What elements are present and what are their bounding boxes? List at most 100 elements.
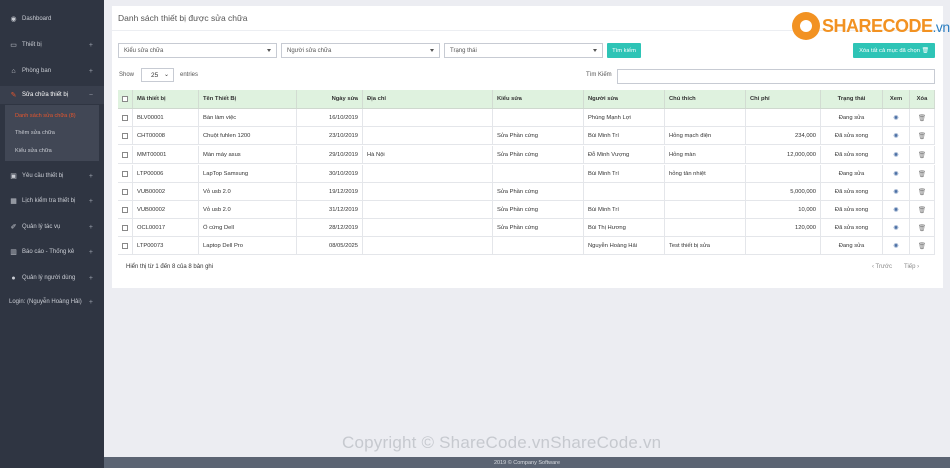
trash-icon[interactable]: 🗑: [918, 224, 926, 232]
column-header[interactable]: Địa chỉ: [363, 90, 493, 108]
eye-icon[interactable]: ◉: [893, 206, 898, 213]
row-checkbox[interactable]: [122, 132, 128, 139]
sidebar-item-9[interactable]: Login: (Nguyễn Hoàng Hải) +: [0, 293, 104, 311]
table-cell: Phùng Mạnh Lợi: [584, 109, 665, 126]
table-row: VUB00002 Vỏ usb 2.0 19/12/2019 Sửa Phần cứn…: [118, 183, 935, 201]
table-cell: [363, 201, 493, 218]
view-cell: ◉: [883, 237, 910, 254]
trash-icon[interactable]: 🗑: [918, 170, 926, 178]
table-row: OCL00017 Ổ cứng Dell 28/12/2019 Sửa Phần cứ…: [118, 219, 935, 237]
sidebar-item-label: Thiết bị: [22, 42, 42, 48]
table-cell: Sửa Phần cứng: [493, 219, 584, 236]
expand-icon: +: [88, 298, 93, 306]
table-cell: [584, 183, 665, 200]
row-checkbox[interactable]: [122, 170, 128, 177]
repair-type-select[interactable]: Kiểu sửa chữa: [118, 43, 277, 58]
table-cell: [363, 165, 493, 182]
table-cell: [493, 165, 584, 182]
next-page-link[interactable]: Tiếp ›: [904, 264, 919, 270]
search-label: Tìm Kiếm: [586, 72, 612, 78]
search-input[interactable]: [617, 69, 935, 84]
table-cell: Chuột fuhlen 1200: [199, 127, 297, 144]
row-checkbox[interactable]: [122, 224, 128, 231]
select-all-checkbox[interactable]: [122, 96, 128, 102]
row-checkbox[interactable]: [122, 151, 128, 158]
trash-icon[interactable]: 🗑: [918, 132, 926, 140]
column-header[interactable]: Ngày sửa: [297, 90, 363, 108]
table-cell: 30/10/2019: [297, 165, 363, 182]
search-button[interactable]: Tìm kiếm: [607, 43, 641, 58]
row-checkbox[interactable]: [122, 188, 128, 195]
column-header[interactable]: Xem: [883, 90, 910, 108]
expand-icon: +: [88, 223, 93, 231]
sidebar-item-2[interactable]: ⌂ Phòng ban +: [0, 62, 104, 80]
delete-cell: 🗑: [910, 201, 935, 218]
sidebar-item-5[interactable]: ▦ Lịch kiểm tra thiết bị +: [0, 192, 104, 210]
table-cell: Sửa Phần cứng: [493, 146, 584, 163]
table-cell: 234,000: [746, 127, 821, 144]
repair-type-value: Kiểu sửa chữa: [124, 47, 164, 54]
trash-icon[interactable]: 🗑: [918, 114, 926, 122]
sidebar-item-1[interactable]: ▭ Thiết bị +: [0, 36, 104, 54]
column-header[interactable]: Xóa: [910, 90, 935, 108]
eye-icon[interactable]: ◉: [893, 188, 898, 195]
chevron-down-icon: [593, 49, 597, 52]
row-checkbox[interactable]: [122, 206, 128, 213]
sidebar-item-0[interactable]: ◉ Dashboard: [0, 10, 104, 28]
eye-icon[interactable]: ◉: [893, 242, 898, 249]
sidebar: ◉ Dashboard ▭ Thiết bị + ⌂ Phòng ban + ✎ Sửa chữa…: [0, 0, 104, 468]
expand-icon: +: [88, 274, 93, 282]
trash-icon[interactable]: 🗑: [918, 151, 926, 159]
table-cell: Bùi Thị Hương: [584, 219, 665, 236]
column-header[interactable]: Chú thích: [665, 90, 746, 108]
column-header[interactable]: Mã thiết bị: [133, 90, 199, 108]
eye-icon[interactable]: ◉: [893, 170, 898, 177]
table-cell: Đang sửa: [821, 109, 883, 126]
status-select[interactable]: Trạng thái: [444, 43, 603, 58]
column-header[interactable]: Kiểu sửa: [493, 90, 584, 108]
table-cell: LapTop Samsung: [199, 165, 297, 182]
eye-icon[interactable]: ◉: [893, 151, 898, 158]
table-cell: Hỏng màn: [665, 146, 746, 163]
eye-icon[interactable]: ◉: [893, 224, 898, 231]
trash-icon[interactable]: 🗑: [918, 242, 926, 250]
column-header[interactable]: Tên Thiết Bị: [199, 90, 297, 108]
prev-page-link[interactable]: ‹ Trước: [872, 264, 892, 270]
delete-selected-button[interactable]: Xóa tất cả mục đã chọn 🗑: [853, 43, 935, 58]
table-cell: 31/12/2019: [297, 201, 363, 218]
logo-suffix: .vn: [932, 18, 950, 35]
table-cell: 12,000,000: [746, 146, 821, 163]
entries-select[interactable]: 25 ⌄: [141, 68, 174, 82]
table-cell: Đỗ Minh Vượng: [584, 146, 665, 163]
table-cell: BLV00001: [133, 109, 199, 126]
table-row: LTP00006 LapTop Samsung 30/10/2019 Bùi Minh…: [118, 165, 935, 183]
table-cell: [665, 183, 746, 200]
table-cell: VUB00002: [133, 201, 199, 218]
table-row: MMT00001 Màn máy asus 29/10/2019 Hà Nội Sửa …: [118, 146, 935, 164]
submenu-item-1[interactable]: Thêm sửa chữa: [15, 130, 55, 136]
column-header[interactable]: Trạng thái: [821, 90, 883, 108]
submenu-item-2[interactable]: Kiểu sửa chữa: [15, 148, 52, 154]
trash-icon[interactable]: 🗑: [918, 188, 926, 196]
column-header[interactable]: Chi phí: [746, 90, 821, 108]
repairer-select[interactable]: Người sửa chữa: [281, 43, 440, 58]
row-select-cell: [118, 183, 133, 200]
row-checkbox[interactable]: [122, 242, 128, 249]
sidebar-item-7[interactable]: ▥ Báo cáo - Thống kê +: [0, 243, 104, 261]
chevron-down-icon: [267, 49, 271, 52]
row-checkbox[interactable]: [122, 114, 128, 121]
sidebar-item-3[interactable]: ✎ Sửa chữa thiết bị −: [0, 86, 104, 104]
expand-icon: +: [88, 248, 93, 256]
sharecode-logo: SHARECODE.vn: [792, 11, 950, 41]
row-select-cell: [118, 201, 133, 218]
view-cell: ◉: [883, 109, 910, 126]
sidebar-item-6[interactable]: ✐ Quản lý tác vụ +: [0, 218, 104, 236]
eye-icon[interactable]: ◉: [893, 132, 898, 139]
eye-icon[interactable]: ◉: [893, 114, 898, 121]
sidebar-item-4[interactable]: ▣ Yêu cầu thiết bị +: [0, 167, 104, 185]
table-cell: Đã sửa xong: [821, 127, 883, 144]
sidebar-item-8[interactable]: ● Quản lý người dùng +: [0, 269, 104, 287]
submenu-item-0[interactable]: Danh sách sửa chữa (8): [15, 113, 76, 119]
trash-icon[interactable]: 🗑: [918, 206, 926, 214]
column-header[interactable]: Người sửa: [584, 90, 665, 108]
